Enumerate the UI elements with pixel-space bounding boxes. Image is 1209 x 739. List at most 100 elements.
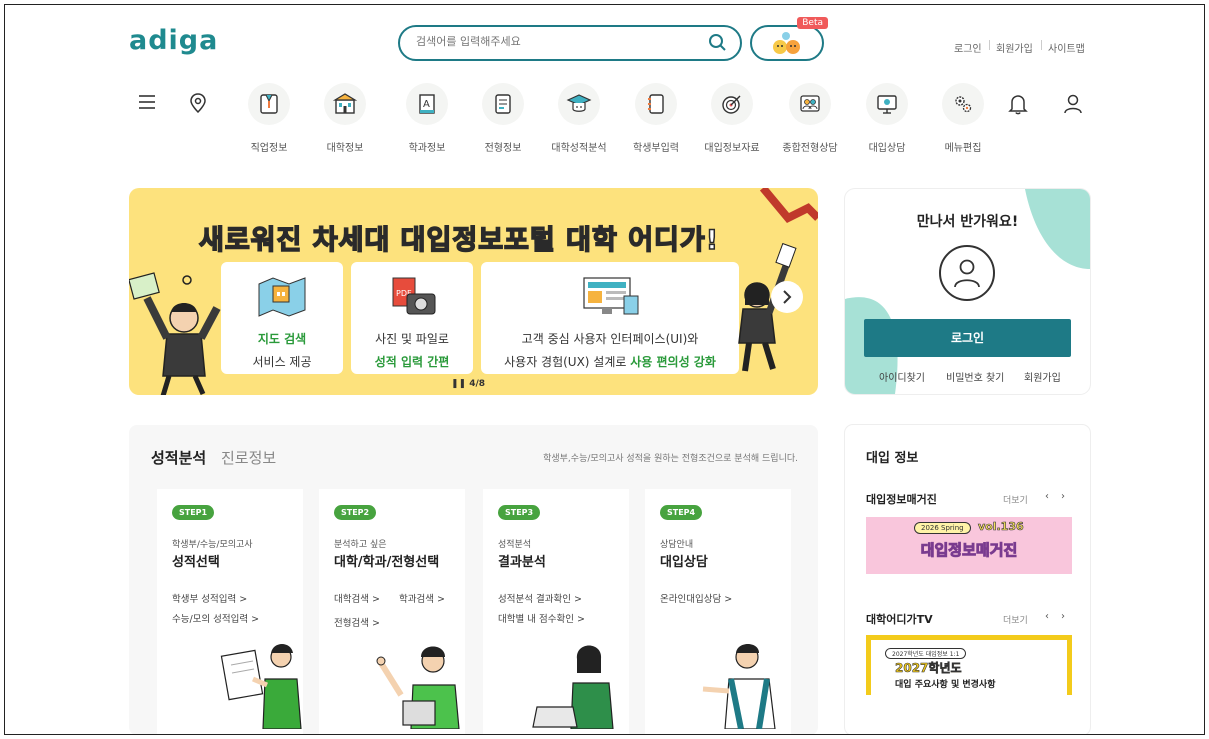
chevron-right-icon <box>783 290 792 304</box>
tv-title[interactable]: 대학어디가TV <box>866 611 933 627</box>
nav-label: 대입상담 <box>868 143 906 154</box>
chevron-right-icon[interactable]: › <box>1061 611 1065 622</box>
bell-icon[interactable] <box>1008 93 1028 119</box>
tab-grade-analysis[interactable]: 성적분석 <box>151 447 206 468</box>
nav-job-info[interactable]: 직업정보 <box>229 83 309 154</box>
step-badge: STEP3 <box>498 505 541 520</box>
banner-next-button[interactable] <box>771 281 803 313</box>
divider <box>989 40 990 50</box>
monitor-consult-icon <box>866 83 908 125</box>
find-password-link[interactable]: 비밀번호 찾기 <box>946 369 1004 384</box>
magazine-more-link[interactable]: 더보기 <box>1003 493 1028 506</box>
banner-pager[interactable]: ❚❚ 4/8 <box>451 379 485 389</box>
tv-caption: 대입 주요사항 및 변경사항 <box>895 680 996 690</box>
promo-banner[interactable]: 새로워진 차세대 대입정보포털 대학 어디가! 지도 검색 서비스 제공 PDF… <box>129 188 818 395</box>
grad-cap-icon <box>558 83 600 125</box>
hamburger-menu-icon[interactable] <box>138 93 156 115</box>
feature-card-ui[interactable]: 고객 중심 사용자 인터페이스(UI)와 사용자 경험(UX) 설계로 사용 편… <box>481 262 739 374</box>
student-character-right <box>738 243 797 372</box>
pdf-camera-icon: PDF <box>392 277 436 315</box>
step-link[interactable]: 전형검색 > <box>334 615 380 629</box>
nav-admission-consult[interactable]: 대입상담 <box>847 83 927 154</box>
monitor-ui-icon <box>583 277 639 315</box>
admission-doc-icon <box>482 83 524 125</box>
counselor-illustration <box>702 644 776 729</box>
user-silhouette-icon <box>954 259 980 288</box>
search-icon[interactable] <box>708 33 728 57</box>
step-subtitle: 학생부/수능/모의고사 <box>172 540 253 550</box>
step-subtitle: 성적분석 <box>498 540 532 550</box>
step-link[interactable]: 수능/모의 성적입력 > <box>172 611 259 625</box>
nav-admission-info[interactable]: 전형정보 <box>463 83 543 154</box>
signup-link[interactable]: 회원가입 <box>1024 369 1061 384</box>
card-line1: 지도 검색 <box>257 332 307 346</box>
chevron-left-icon[interactable]: ‹ <box>1045 491 1049 502</box>
card-line1: 사진 및 파일로 <box>375 332 449 346</box>
step-link[interactable]: 대학별 내 점수확인 > <box>498 611 585 625</box>
login-button[interactable]: 로그인 <box>864 319 1071 357</box>
card-line2: 서비스 제공 <box>252 355 312 369</box>
sitemap-link[interactable]: 사이트맵 <box>1048 40 1085 55</box>
step-card-2[interactable]: STEP2 분석하고 싶은 대학/학과/전형선택 대학검색 > 학과검색 > 전… <box>319 489 465 734</box>
card-line2-highlight: 사용 편의성 강화 <box>630 355 716 369</box>
user-icon[interactable] <box>1063 93 1083 119</box>
chevron-right-icon[interactable]: › <box>1061 491 1065 502</box>
university-icon <box>324 83 366 125</box>
feature-card-map[interactable]: 지도 검색 서비스 제공 <box>221 262 343 374</box>
tv-banner[interactable]: 2027학년도 대입정보 1:1 2027학년도 대입 주요사항 및 변경사항 <box>866 635 1072 695</box>
student-laptop-illustration <box>376 646 460 729</box>
magazine-banner[interactable]: 2026 Spring vol.136 대입정보매거진 <box>866 517 1072 574</box>
step-card-3[interactable]: STEP3 성적분석 결과분석 성적분석 결과확인 > 대학별 내 점수확인 > <box>483 489 629 734</box>
login-link[interactable]: 로그인 <box>954 40 982 55</box>
student-paper-illustration <box>220 644 302 729</box>
find-id-link[interactable]: 아이디찾기 <box>879 369 925 384</box>
consult-people-icon <box>789 83 831 125</box>
step-link[interactable]: 학생부 성적입력 > <box>172 591 247 605</box>
settings-icon <box>942 83 984 125</box>
tv-more-link[interactable]: 더보기 <box>1003 613 1028 626</box>
nav-label: 종합전형상담 <box>782 143 838 154</box>
step-link[interactable]: 성적분석 결과확인 > <box>498 591 582 605</box>
nav-department-info[interactable]: A 학과정보 <box>387 83 467 154</box>
feature-card-photo[interactable]: PDF 사진 및 파일로 성적 입력 간편 <box>351 262 473 374</box>
chevron-left-icon[interactable]: ‹ <box>1045 611 1049 622</box>
ai-beta-button[interactable]: Beta <box>750 17 828 61</box>
chatbot-faces-icon <box>773 32 800 54</box>
step-link[interactable]: 온라인대입상담 > <box>660 591 732 605</box>
nav-comprehensive-consult[interactable]: 종합전형상담 <box>770 83 850 154</box>
login-panel: 만나서 반가워요! 로그인 아이디찾기 비밀번호 찾기 회원가입 <box>845 189 1090 394</box>
step-badge: STEP2 <box>334 505 377 520</box>
nav-grade-analysis[interactable]: 대학성적분석 <box>539 83 619 154</box>
step-link[interactable]: 학과검색 > <box>399 591 445 605</box>
step-subtitle: 분석하고 싶은 <box>334 540 387 550</box>
adiga-logo[interactable]: adiga <box>129 25 218 56</box>
search-box[interactable] <box>398 25 742 61</box>
step-subtitle: 상담안내 <box>660 540 694 550</box>
pager-count: 4/8 <box>469 379 486 389</box>
step-card-4[interactable]: STEP4 상담안내 대입상담 온라인대입상담 > <box>645 489 791 734</box>
step-badge: STEP1 <box>172 505 215 520</box>
step-link[interactable]: 대학검색 > <box>334 591 380 605</box>
signup-link[interactable]: 회원가입 <box>996 40 1033 55</box>
pause-icon[interactable]: ❚❚ <box>451 379 469 389</box>
step-title: 대학/학과/전형선택 <box>334 555 440 570</box>
step-card-1[interactable]: STEP1 학생부/수능/모의고사 성적선택 학생부 성적입력 > 수능/모의 … <box>157 489 303 734</box>
nav-admission-materials[interactable]: 대입정보자료 <box>692 83 772 154</box>
page-frame: adiga Beta 로그인 회원가입 사이트맵 직업정보 <box>4 4 1205 735</box>
card-line2: 사용자 경험(UX) 설계로 사용 편의성 강화 <box>481 353 739 370</box>
record-book-icon <box>635 83 677 125</box>
nav-menu-edit[interactable]: 메뉴편집 <box>923 83 1003 154</box>
nav-record-input[interactable]: 학생부입력 <box>616 83 696 154</box>
info-title: 대입 정보 <box>866 451 919 466</box>
tab-career-info[interactable]: 진로정보 <box>221 447 276 468</box>
target-icon <box>711 83 753 125</box>
nav-label: 대입정보자료 <box>704 143 760 154</box>
nav-university-info[interactable]: 대학정보 <box>305 83 385 154</box>
location-pin-icon[interactable] <box>189 93 207 117</box>
search-input[interactable] <box>416 35 696 48</box>
step-title: 대입상담 <box>660 555 708 570</box>
nav-label: 메뉴편집 <box>944 143 982 154</box>
nav-label: 직업정보 <box>250 143 288 154</box>
card-line2-text: 사용자 경험(UX) 설계로 <box>504 355 631 369</box>
magazine-title[interactable]: 대입정보매거진 <box>866 491 937 507</box>
